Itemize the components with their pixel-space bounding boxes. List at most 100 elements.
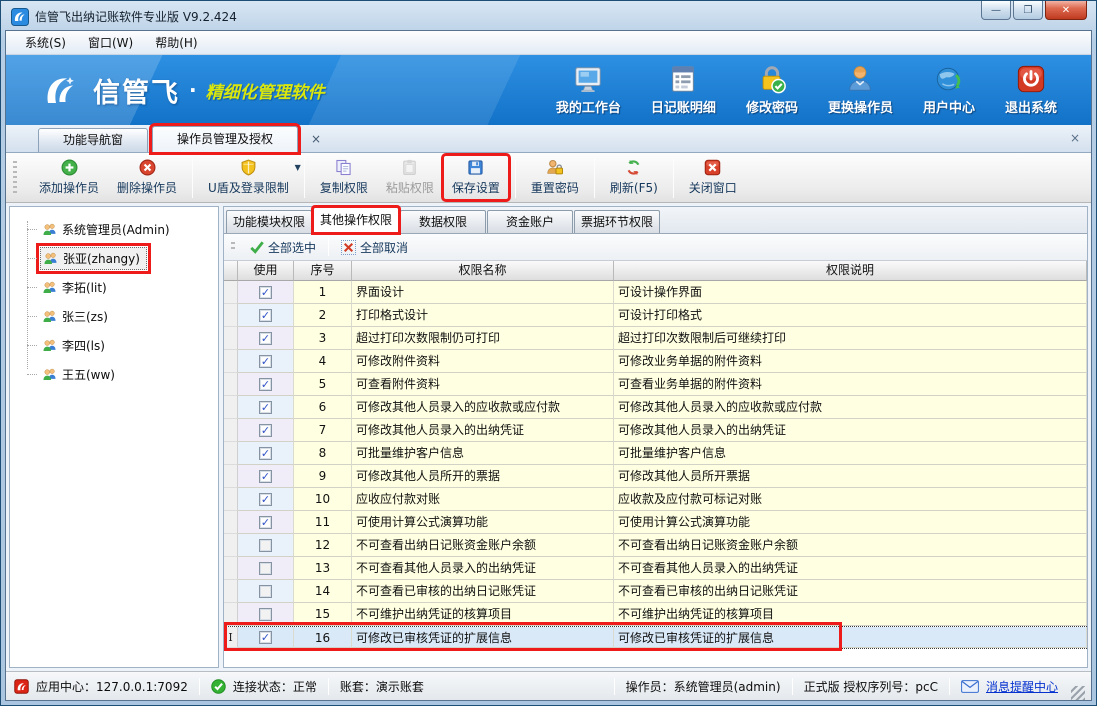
dropdown-caret-icon[interactable]: ▼ <box>295 163 301 172</box>
row-checkbox[interactable]: ✓ <box>259 309 272 322</box>
row-checkbox[interactable] <box>259 562 272 575</box>
tab-other-permissions[interactable]: 其他操作权限 <box>313 207 399 233</box>
statusbar-separator <box>614 678 615 695</box>
table-row[interactable]: 13不可查看其他人员录入的出纳凭证不可查看其他人员录入的出纳凭证 <box>224 557 1087 580</box>
banner-action-label: 退出系统 <box>1005 97 1057 116</box>
banner-action-label: 更换操作员 <box>828 97 893 116</box>
ukey-login-limit-button[interactable]: U盾及登录限制 ▼ <box>199 155 298 200</box>
table-row[interactable]: ✓9可修改其他人员所开的票据可修改其他人员所开票据 <box>224 465 1087 488</box>
banner-action-journal[interactable]: 日记账明细 <box>651 64 716 116</box>
cancel-red-icon <box>341 240 356 255</box>
table-row[interactable]: ✓11可使用计算公式演算功能可使用计算公式演算功能 <box>224 511 1087 534</box>
menu-window[interactable]: 窗口(W) <box>77 31 144 54</box>
table-row[interactable]: 15不可维护出纳凭证的核算项目不可维护出纳凭证的核算项目 <box>224 603 1087 626</box>
tree-item-zhangsan[interactable]: 张三(zs) <box>10 302 218 331</box>
table-row[interactable]: ✓5可查看附件资料可查看业务单据的附件资料 <box>224 373 1087 396</box>
row-checkbox[interactable]: ✓ <box>259 355 272 368</box>
header-name[interactable]: 权限名称 <box>352 261 614 281</box>
header-desc[interactable]: 权限说明 <box>614 261 1087 281</box>
table-row-selected[interactable]: I✓16可修改已审核凭证的扩展信息可修改已审核凭证的扩展信息 <box>224 626 1087 649</box>
maximize-button[interactable]: ❐ <box>1013 1 1043 20</box>
tree-item-admin[interactable]: 系统管理员(Admin) <box>10 215 218 244</box>
banner-action-change-password[interactable]: 修改密码 <box>746 64 798 116</box>
row-checkbox[interactable]: ✓ <box>259 401 272 414</box>
select-all-button[interactable]: 全部选中 <box>246 237 320 258</box>
add-operator-button[interactable]: 添加操作员 <box>30 155 108 200</box>
row-checkbox[interactable]: ✓ <box>259 424 272 437</box>
table-row[interactable]: ✓6可修改其他人员录入的应收款或应付款可修改其他人员录入的应收款或应付款 <box>224 396 1087 419</box>
row-checkbox[interactable] <box>259 585 272 598</box>
delete-operator-button[interactable]: 删除操作员 <box>108 155 186 200</box>
tab-close-icon[interactable]: × <box>308 132 324 148</box>
toolbar-separator <box>304 158 305 198</box>
minimize-button[interactable]: — <box>981 1 1011 20</box>
header-no[interactable]: 序号 <box>294 261 352 281</box>
copy-icon <box>335 159 352 176</box>
banner-action-workbench[interactable]: 我的工作台 <box>556 64 621 116</box>
subtoolbar-separator <box>328 238 329 256</box>
tab-data-permissions[interactable]: 数据权限 <box>400 210 486 233</box>
message-center-link[interactable]: 消息提醒中心 <box>986 678 1058 695</box>
tree-item-wangwu[interactable]: 王五(ww) <box>10 360 218 389</box>
status-operator: 操作员：系统管理员(admin) <box>626 678 781 695</box>
tab-fund-accounts[interactable]: 资金账户 <box>487 210 573 233</box>
row-checkbox[interactable] <box>259 608 272 621</box>
monitor-icon <box>573 64 603 94</box>
row-checkbox[interactable] <box>259 539 272 552</box>
user-icon <box>845 64 875 94</box>
reset-password-button[interactable]: 重置密码 <box>522 155 588 200</box>
table-row[interactable]: ✓8可批量维护客户信息可批量维护客户信息 <box>224 442 1087 465</box>
menu-help[interactable]: 帮助(H) <box>144 31 208 54</box>
row-checkbox[interactable]: ✓ <box>259 332 272 345</box>
table-row[interactable]: ✓4可修改附件资料可修改业务单据的附件资料 <box>224 350 1087 373</box>
row-checkbox[interactable]: ✓ <box>259 470 272 483</box>
select-all-label: 全部选中 <box>268 239 316 256</box>
statusbar-separator <box>199 678 200 695</box>
close-button[interactable]: ✕ <box>1045 1 1087 20</box>
toolbar-separator <box>673 158 674 198</box>
tree-item-lisi[interactable]: 李四(ls) <box>10 331 218 360</box>
header-use[interactable]: 使用 <box>238 261 294 281</box>
row-checkbox[interactable]: ✓ <box>259 493 272 506</box>
table-row[interactable]: 12不可查看出纳日记账资金账户余额不可查看出纳日记账资金账户余额 <box>224 534 1087 557</box>
row-checkbox[interactable]: ✓ <box>259 286 272 299</box>
table-row[interactable]: ✓3超过打印次数限制仍可打印超过打印次数限制后可继续打印 <box>224 327 1087 350</box>
tree-item-label: 李四(ls) <box>62 337 105 354</box>
paste-icon <box>401 159 418 176</box>
table-row[interactable]: ✓1界面设计可设计操作界面 <box>224 281 1087 304</box>
cancel-all-button[interactable]: 全部取消 <box>337 237 412 258</box>
tab-function-nav[interactable]: 功能导航窗 <box>38 128 148 152</box>
delete-circle-icon <box>139 159 156 176</box>
row-checkbox[interactable]: ✓ <box>259 378 272 391</box>
table-row[interactable]: ✓7可修改其他人员录入的出纳凭证可修改其他人员录入的出纳凭证 <box>224 419 1087 442</box>
tab-bill-permissions[interactable]: 票据环节权限 <box>574 210 660 233</box>
table-row[interactable]: ✓2打印格式设计可设计打印格式 <box>224 304 1087 327</box>
banner-action-exit[interactable]: 退出系统 <box>1005 64 1057 116</box>
toolbar-button-label: 刷新(F5) <box>610 179 658 196</box>
tab-module-permissions[interactable]: 功能模块权限 <box>226 210 312 233</box>
tree-item-lituo[interactable]: 李拓(lit) <box>10 273 218 302</box>
tabstrip-close-icon[interactable]: × <box>1067 131 1083 147</box>
copy-permissions-button[interactable]: 复制权限 <box>311 155 377 200</box>
row-checkbox[interactable]: ✓ <box>259 516 272 529</box>
check-green-icon <box>250 240 264 254</box>
menu-system[interactable]: 系统(S) <box>14 31 77 54</box>
banner-action-user-center[interactable]: 用户中心 <box>923 64 975 116</box>
brand-name: 信管飞 <box>93 71 180 110</box>
paste-permissions-button[interactable]: 粘贴权限 <box>377 155 443 200</box>
tab-operator-management[interactable]: 操作员管理及授权 <box>152 126 298 152</box>
tree-item-zhangya[interactable]: 张亚(zhangy) <box>10 244 218 273</box>
table-header-row: 使用 序号 权限名称 权限说明 <box>224 261 1087 281</box>
banner-action-label: 修改密码 <box>746 97 798 116</box>
close-window-button[interactable]: 关闭窗口 <box>680 155 746 200</box>
row-checkbox[interactable]: ✓ <box>259 631 272 644</box>
refresh-button[interactable]: 刷新(F5) <box>601 155 667 200</box>
resize-grip[interactable] <box>1071 686 1085 700</box>
row-checkbox[interactable]: ✓ <box>259 447 272 460</box>
save-settings-button[interactable]: 保存设置 <box>443 155 509 200</box>
table-row[interactable]: ✓10应收应付款对账应收款及应付款可标记对账 <box>224 488 1087 511</box>
toolbar-separator <box>594 158 595 198</box>
banner-action-switch-operator[interactable]: 更换操作员 <box>828 64 893 116</box>
app-logo-icon <box>11 8 29 26</box>
table-row[interactable]: 14不可查看已审核的出纳日记账凭证不可查看已审核的出纳日记账凭证 <box>224 580 1087 603</box>
